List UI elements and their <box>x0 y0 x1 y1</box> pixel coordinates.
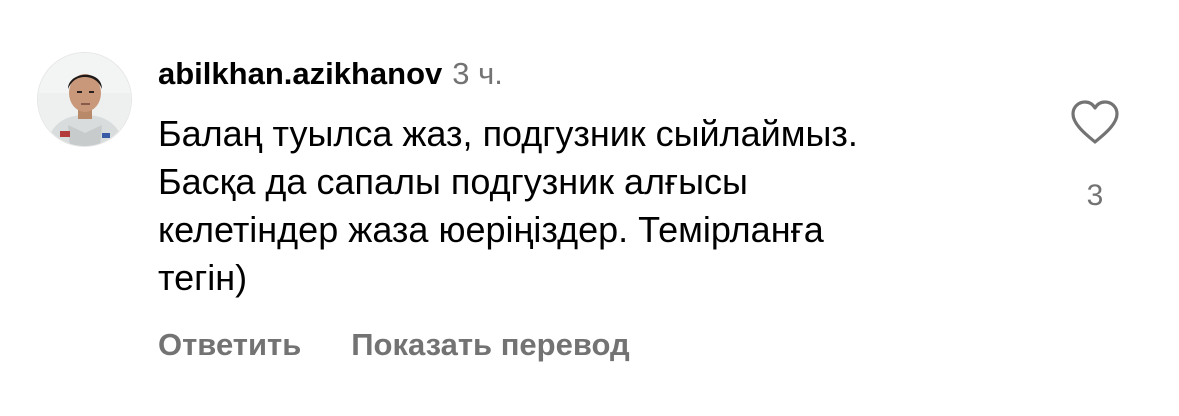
comment-text-line: тегін) <box>158 257 248 298</box>
like-button[interactable] <box>1068 98 1122 146</box>
comment-text-line: келетіндер жаза юеріңіздер. Темірланға <box>158 209 824 250</box>
comment-actions: Ответить Показать перевод <box>158 323 630 367</box>
comment-text: Балаң туылса жаз, подгузник сыйлаймыз. Б… <box>158 110 1038 302</box>
username[interactable]: abilkhan.azikhanov <box>158 56 442 91</box>
comment-header: abilkhan.azikhanov 3 ч. <box>158 52 503 102</box>
comment: abilkhan.azikhanov 3 ч. Балаң туылса жаз,… <box>0 0 1179 416</box>
timestamp: 3 ч. <box>452 56 503 91</box>
reply-button[interactable]: Ответить <box>158 327 301 362</box>
avatar[interactable] <box>37 52 132 147</box>
avatar-image <box>38 53 131 146</box>
heart-outline-icon <box>1071 100 1119 144</box>
show-translation-button[interactable]: Показать перевод <box>351 327 629 362</box>
comment-text-line: Басқа да сапалы подгузник алғысы <box>158 161 748 202</box>
like-count: 3 <box>1086 179 1104 212</box>
comment-text-line: Балаң туылса жаз, подгузник сыйлаймыз. <box>158 113 858 154</box>
